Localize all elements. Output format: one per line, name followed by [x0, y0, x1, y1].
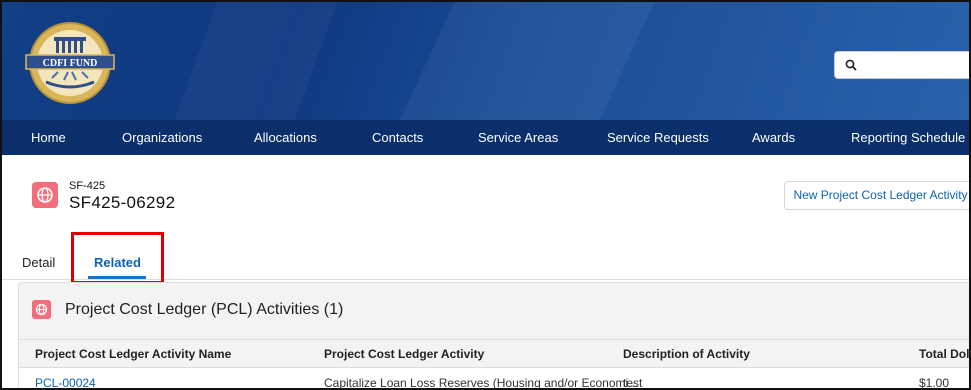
search-icon	[845, 59, 857, 71]
table-header: Project Cost Ledger Activity Name Projec…	[19, 339, 969, 367]
nav-item-reporting-schedule[interactable]: Reporting Schedule	[851, 130, 965, 145]
banner-decoration	[159, 2, 345, 120]
nav-item-allocations[interactable]: Allocations	[254, 130, 317, 145]
column-header[interactable]: Project Cost Ledger Activity	[324, 347, 484, 361]
related-list-card: Project Cost Ledger (PCL) Activities (1)…	[18, 282, 969, 390]
globe-icon	[32, 182, 58, 208]
header-banner: CDFI FUND	[2, 2, 969, 120]
related-list-title[interactable]: Project Cost Ledger (PCL) Activities (1)	[65, 301, 343, 319]
app-window: CDFI FUND Home Organizations Allocations…	[0, 0, 971, 390]
column-header[interactable]: Total Dolla	[919, 347, 969, 361]
highlight-box	[71, 232, 164, 284]
table-cell: Capitalize Loan Loss Reserves (Housing a…	[324, 376, 639, 390]
table-row: PCL-00024 Capitalize Loan Loss Reserves …	[19, 367, 969, 390]
pcl-record-link[interactable]: PCL-00024	[35, 376, 96, 388]
logo-text: CDFI FUND	[43, 58, 98, 69]
nav-item-service-areas[interactable]: Service Areas	[478, 130, 558, 145]
nav-item-home[interactable]: Home	[31, 130, 66, 145]
cdfi-fund-logo[interactable]: CDFI FUND	[24, 20, 116, 106]
record-title: SF425-06292	[69, 193, 176, 212]
new-pcl-activity-button[interactable]: New Project Cost Ledger Activity	[784, 181, 969, 210]
record-object-type: SF-425	[69, 180, 106, 192]
nav-item-organizations[interactable]: Organizations	[122, 130, 202, 145]
nav-item-awards[interactable]: Awards	[752, 130, 795, 145]
table-cell: $1.00	[919, 376, 950, 390]
banner-decoration	[380, 2, 664, 120]
tab-detail[interactable]: Detail	[22, 255, 55, 270]
nav-item-service-requests[interactable]: Service Requests	[607, 130, 709, 145]
global-nav: Home Organizations Allocations Contacts …	[2, 120, 969, 155]
search-input[interactable]	[834, 51, 969, 79]
column-header[interactable]: Project Cost Ledger Activity Name	[35, 347, 231, 361]
table-cell: test	[623, 376, 643, 390]
globe-icon	[32, 300, 51, 319]
column-header[interactable]: Description of Activity	[623, 347, 750, 361]
nav-item-contacts[interactable]: Contacts	[372, 130, 423, 145]
